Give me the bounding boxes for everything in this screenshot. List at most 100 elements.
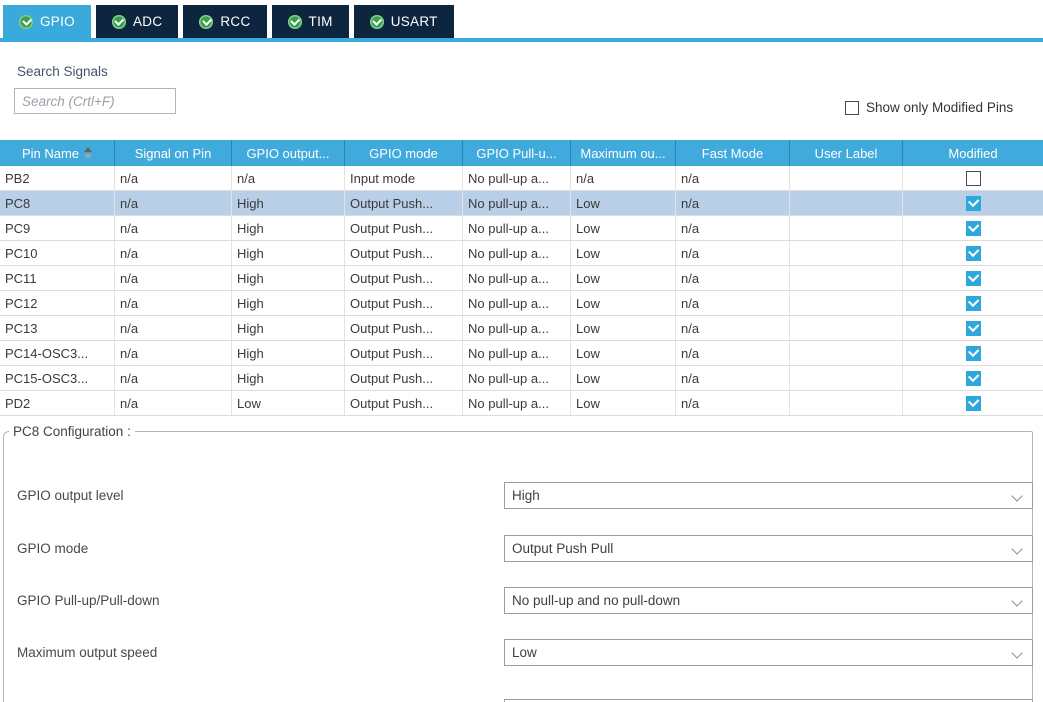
cell-fast-mode: n/a: [676, 366, 790, 390]
pc8-configuration-group: PC8 Configuration : GPIO output level Hi…: [3, 424, 1033, 702]
cell-user-label: [790, 216, 903, 240]
cell-user-label: [790, 391, 903, 415]
table-row-pc11[interactable]: PC11 n/a High Output Push... No pull-up …: [0, 266, 1043, 291]
tab-label: TIM: [309, 14, 333, 29]
cell-pin-name: PB2: [0, 166, 115, 190]
table-row-pb2[interactable]: PB2 n/a n/a Input mode No pull-up a... n…: [0, 166, 1043, 191]
cell-speed: n/a: [571, 166, 676, 190]
cell-pin-name: PC13: [0, 316, 115, 340]
check-circle-icon: [288, 15, 302, 29]
modified-checkbox[interactable]: [966, 396, 981, 411]
field-gpio-output-level: GPIO output level High: [4, 482, 1032, 509]
gpio-mode-select[interactable]: Output Push Pull: [504, 535, 1033, 562]
cell-modified: [903, 166, 1043, 190]
column-header-gpio-output[interactable]: GPIO output...: [232, 140, 345, 166]
sort-icon[interactable]: [84, 147, 92, 159]
tab-tim[interactable]: TIM: [272, 5, 349, 38]
cell-output-level: High: [232, 366, 345, 390]
cell-speed: Low: [571, 291, 676, 315]
cell-gpio-mode: Output Push...: [345, 316, 463, 340]
gpio-output-level-select[interactable]: High: [504, 482, 1033, 509]
table-row-pc10[interactable]: PC10 n/a High Output Push... No pull-up …: [0, 241, 1043, 266]
checkbox-box[interactable]: [845, 101, 859, 115]
cell-fast-mode: n/a: [676, 291, 790, 315]
cell-output-level: High: [232, 341, 345, 365]
cell-pull: No pull-up a...: [463, 266, 571, 290]
cell-fast-mode: n/a: [676, 191, 790, 215]
cell-signal: n/a: [115, 316, 232, 340]
gpio-pull-select[interactable]: No pull-up and no pull-down: [504, 587, 1033, 614]
modified-checkbox[interactable]: [966, 221, 981, 236]
select-value: High: [512, 488, 540, 503]
field-label: Maximum output speed: [17, 639, 157, 666]
cell-user-label: [790, 316, 903, 340]
cell-pull: No pull-up a...: [463, 366, 571, 390]
cell-user-label: [790, 191, 903, 215]
table-row-pc15[interactable]: PC15-OSC3... n/a High Output Push... No …: [0, 366, 1043, 391]
field-gpio-mode: GPIO mode Output Push Pull: [4, 535, 1032, 562]
cell-gpio-mode: Output Push...: [345, 241, 463, 265]
cell-modified: [903, 391, 1043, 415]
peripheral-tabbar: GPIO ADC RCC TIM USART: [3, 5, 454, 38]
chevron-down-icon: [1013, 649, 1022, 658]
cell-user-label: [790, 291, 903, 315]
table-row-pc9[interactable]: PC9 n/a High Output Push... No pull-up a…: [0, 216, 1043, 241]
cell-gpio-mode: Output Push...: [345, 291, 463, 315]
table-row-pc12[interactable]: PC12 n/a High Output Push... No pull-up …: [0, 291, 1043, 316]
modified-checkbox[interactable]: [966, 371, 981, 386]
search-input[interactable]: [14, 88, 176, 114]
modified-checkbox[interactable]: [966, 246, 981, 261]
column-header-signal-on-pin[interactable]: Signal on Pin: [115, 140, 232, 166]
tab-label: GPIO: [40, 14, 75, 29]
table-row-pc13[interactable]: PC13 n/a High Output Push... No pull-up …: [0, 316, 1043, 341]
table-row-pc14[interactable]: PC14-OSC3... n/a High Output Push... No …: [0, 341, 1043, 366]
cell-pin-name: PD2: [0, 391, 115, 415]
max-output-speed-select[interactable]: Low: [504, 639, 1033, 666]
cell-pin-name: PC15-OSC3...: [0, 366, 115, 390]
modified-checkbox[interactable]: [966, 321, 981, 336]
column-header-fast-mode[interactable]: Fast Mode: [676, 140, 790, 166]
cell-fast-mode: n/a: [676, 266, 790, 290]
modified-checkbox[interactable]: [966, 196, 981, 211]
column-header-pin-name[interactable]: Pin Name: [0, 140, 115, 166]
cell-fast-mode: n/a: [676, 391, 790, 415]
cell-modified: [903, 216, 1043, 240]
column-header-modified[interactable]: Modified: [903, 140, 1043, 166]
chevron-down-icon: [1013, 545, 1022, 554]
modified-checkbox[interactable]: [966, 296, 981, 311]
tab-adc[interactable]: ADC: [96, 5, 178, 38]
modified-checkbox[interactable]: [966, 271, 981, 286]
cell-fast-mode: n/a: [676, 241, 790, 265]
column-header-max-output[interactable]: Maximum ou...: [571, 140, 676, 166]
cell-pull: No pull-up a...: [463, 241, 571, 265]
tab-rcc[interactable]: RCC: [183, 5, 266, 38]
cell-signal: n/a: [115, 366, 232, 390]
cell-speed: Low: [571, 266, 676, 290]
cell-gpio-mode: Input mode: [345, 166, 463, 190]
modified-checkbox[interactable]: [966, 346, 981, 361]
select-value: Low: [512, 645, 537, 660]
column-header-user-label[interactable]: User Label: [790, 140, 903, 166]
check-circle-icon: [19, 15, 33, 29]
field-label: GPIO mode: [17, 535, 88, 562]
table-row-pd2[interactable]: PD2 n/a Low Output Push... No pull-up a.…: [0, 391, 1043, 416]
search-signals-label: Search Signals: [17, 64, 108, 79]
modified-checkbox[interactable]: [966, 171, 981, 186]
tab-label: ADC: [133, 14, 162, 29]
tab-underline: [0, 38, 1043, 42]
cell-user-label: [790, 166, 903, 190]
cell-modified: [903, 316, 1043, 340]
show-only-modified-checkbox[interactable]: Show only Modified Pins: [845, 100, 1013, 115]
tab-gpio[interactable]: GPIO: [3, 5, 91, 38]
table-header-row: Pin Name Signal on Pin GPIO output... GP…: [0, 140, 1043, 166]
cell-speed: Low: [571, 216, 676, 240]
tab-usart[interactable]: USART: [354, 5, 454, 38]
check-circle-icon: [370, 15, 384, 29]
column-header-gpio-pull[interactable]: GPIO Pull-u...: [463, 140, 571, 166]
table-row-pc8[interactable]: PC8 n/a High Output Push... No pull-up a…: [0, 191, 1043, 216]
cell-output-level: High: [232, 191, 345, 215]
cell-pull: No pull-up a...: [463, 166, 571, 190]
pins-table: Pin Name Signal on Pin GPIO output... GP…: [0, 140, 1043, 416]
column-header-gpio-mode[interactable]: GPIO mode: [345, 140, 463, 166]
cell-modified: [903, 191, 1043, 215]
